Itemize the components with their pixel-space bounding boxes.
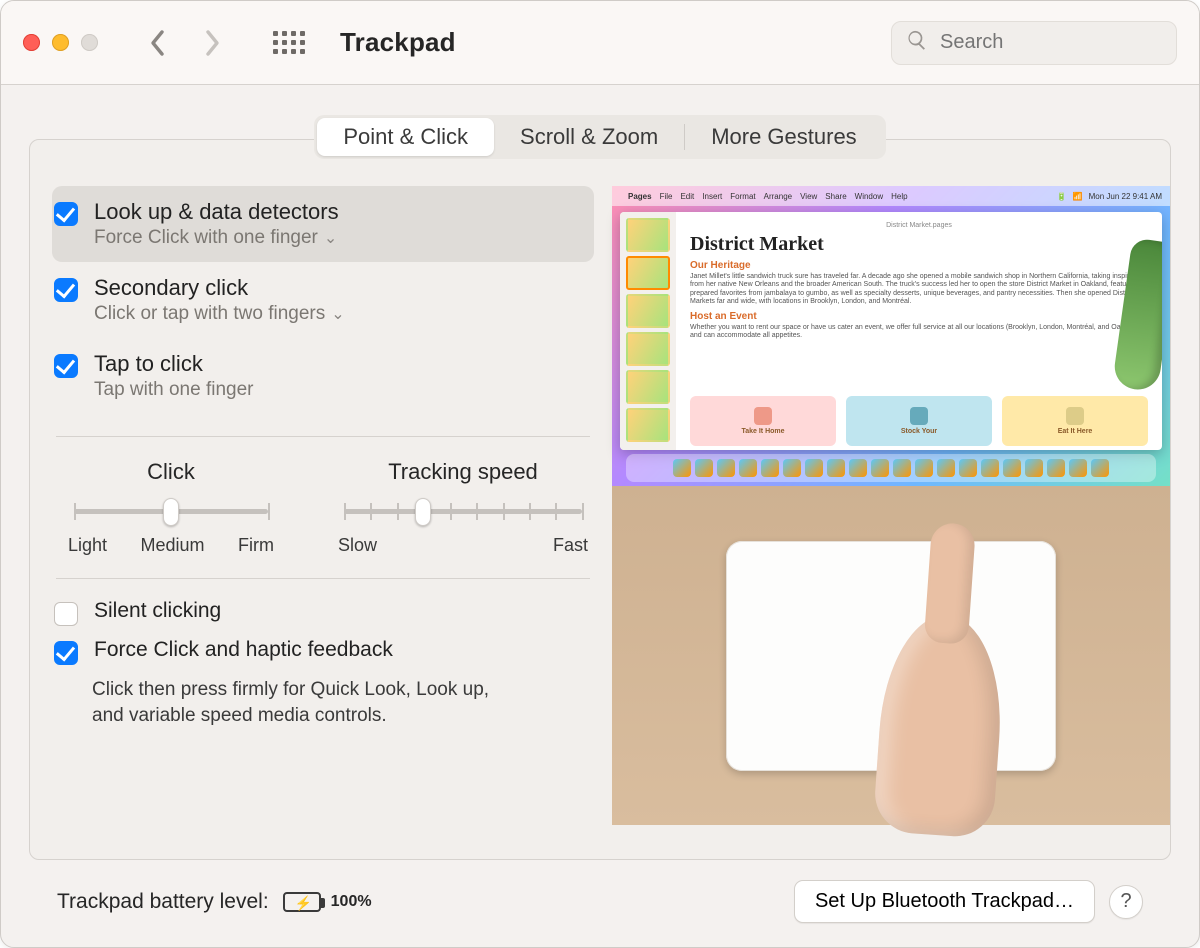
preview-trackpad-area bbox=[612, 486, 1170, 825]
preview-app-name: Pages bbox=[628, 192, 652, 201]
battery-icon: ⚡ bbox=[283, 892, 321, 912]
tab-scroll-zoom[interactable]: Scroll & Zoom bbox=[494, 118, 684, 156]
option-silent-clicking[interactable]: Silent clicking bbox=[52, 593, 594, 632]
tab-more-gestures[interactable]: More Gestures bbox=[685, 118, 883, 156]
checkbox-force-click[interactable] bbox=[54, 641, 78, 665]
preview-card-1: Take It Home bbox=[741, 428, 784, 435]
search-icon bbox=[906, 29, 928, 57]
preview-paragraph-2: Whether you want to rent our space or ha… bbox=[690, 324, 1148, 341]
window-controls bbox=[23, 34, 98, 51]
checkbox-lookup[interactable] bbox=[54, 202, 78, 226]
preview-menubar-time: Mon Jun 22 9:41 AM bbox=[1089, 192, 1162, 201]
preview-card-3: Eat It Here bbox=[1058, 428, 1093, 435]
option-lookup[interactable]: Look up & data detectors Force Click wit… bbox=[52, 186, 594, 262]
force-click-label: Force Click and haptic feedback bbox=[94, 638, 393, 662]
close-window-button[interactable] bbox=[23, 34, 40, 51]
tab-point-click[interactable]: Point & Click bbox=[317, 118, 494, 156]
option-lookup-title: Look up & data detectors bbox=[94, 199, 339, 225]
tracking-slider-title: Tracking speed bbox=[336, 459, 590, 485]
option-lookup-sub-label: Force Click with one finger bbox=[94, 227, 318, 249]
footer: Trackpad battery level: ⚡ 100% Set Up Bl… bbox=[29, 860, 1171, 947]
preview-cards: Take It Home Stock Your Eat It Here bbox=[690, 396, 1148, 446]
preview-document-window: District Market.pages District Market Ou… bbox=[620, 212, 1162, 450]
show-all-prefs-button[interactable] bbox=[274, 28, 304, 58]
preview-heading-heritage: Our Heritage bbox=[690, 260, 1148, 271]
option-secondary-sub-dropdown[interactable]: Click or tap with two fingers ⌄ bbox=[94, 303, 345, 325]
checkbox-silent-clicking[interactable] bbox=[54, 602, 78, 626]
option-force-click[interactable]: Force Click and haptic feedback bbox=[52, 632, 594, 671]
silent-clicking-label: Silent clicking bbox=[94, 599, 221, 623]
divider bbox=[56, 436, 590, 437]
preview-page: District Market.pages District Market Ou… bbox=[676, 212, 1162, 450]
preview-menubar: Pages FileEditInsertFormatArrangeViewSha… bbox=[612, 186, 1170, 206]
tracking-speed-slider[interactable] bbox=[344, 499, 582, 525]
click-slider-title: Click bbox=[66, 459, 276, 485]
force-click-description: Click then press firmly for Quick Look, … bbox=[92, 677, 512, 728]
search-field[interactable] bbox=[891, 21, 1177, 65]
preview-card-2: Stock Your bbox=[901, 428, 937, 435]
pane-title: Trackpad bbox=[340, 27, 456, 58]
search-input[interactable] bbox=[938, 30, 1162, 55]
chevron-down-icon: ⌄ bbox=[324, 228, 337, 248]
help-button[interactable]: ? bbox=[1109, 885, 1143, 919]
bolt-icon: ⚡ bbox=[295, 895, 312, 912]
preview-dock bbox=[626, 454, 1156, 482]
click-slider-label-medium: Medium bbox=[141, 535, 205, 556]
preferences-window: Trackpad Point & Click Scroll & Zoom Mor… bbox=[0, 0, 1200, 948]
preview-doc-title: District Market bbox=[690, 233, 1148, 256]
option-tap-title: Tap to click bbox=[94, 351, 254, 377]
option-secondary-sub-label: Click or tap with two fingers bbox=[94, 303, 325, 325]
tracking-slider-knob[interactable] bbox=[415, 498, 431, 526]
preview-screen: Pages FileEditInsertFormatArrangeViewSha… bbox=[612, 186, 1170, 486]
settings-panel: Look up & data detectors Force Click wit… bbox=[29, 139, 1171, 860]
checkbox-tap-to-click[interactable] bbox=[54, 354, 78, 378]
preview-filename: District Market.pages bbox=[690, 222, 1148, 229]
forward-button[interactable] bbox=[194, 25, 230, 61]
tracking-slider-label-slow: Slow bbox=[338, 535, 377, 556]
option-tap-sub: Tap with one finger bbox=[94, 379, 254, 401]
preview-thumbnails bbox=[620, 212, 676, 450]
tab-bar: Point & Click Scroll & Zoom More Gesture… bbox=[314, 115, 885, 159]
battery-indicator: ⚡ 100% bbox=[283, 892, 372, 912]
click-slider[interactable] bbox=[74, 499, 268, 525]
preview-heading-host: Host an Event bbox=[690, 311, 1148, 322]
click-slider-label-firm: Firm bbox=[238, 535, 274, 556]
zoom-window-button[interactable] bbox=[81, 34, 98, 51]
gesture-preview: Pages FileEditInsertFormatArrangeViewSha… bbox=[612, 186, 1170, 825]
click-slider-label-light: Light bbox=[68, 535, 107, 556]
preview-paragraph-1: Janet Millet's little sandwich truck sur… bbox=[690, 273, 1148, 307]
setup-bluetooth-button[interactable]: Set Up Bluetooth Trackpad… bbox=[794, 880, 1095, 923]
option-secondary-title: Secondary click bbox=[94, 275, 345, 301]
toolbar: Trackpad bbox=[1, 1, 1199, 85]
chevron-down-icon: ⌄ bbox=[331, 304, 344, 324]
battery-label: Trackpad battery level: bbox=[57, 890, 269, 914]
click-slider-knob[interactable] bbox=[163, 498, 179, 526]
checkbox-secondary-click[interactable] bbox=[54, 278, 78, 302]
minimize-window-button[interactable] bbox=[52, 34, 69, 51]
battery-value: 100% bbox=[331, 893, 372, 911]
tracking-slider-label-fast: Fast bbox=[553, 535, 588, 556]
option-secondary-click[interactable]: Secondary click Click or tap with two fi… bbox=[52, 262, 594, 338]
option-lookup-sub-dropdown[interactable]: Force Click with one finger ⌄ bbox=[94, 227, 339, 249]
back-button[interactable] bbox=[140, 25, 176, 61]
option-tap-to-click[interactable]: Tap to click Tap with one finger bbox=[52, 338, 594, 414]
divider bbox=[56, 578, 590, 579]
